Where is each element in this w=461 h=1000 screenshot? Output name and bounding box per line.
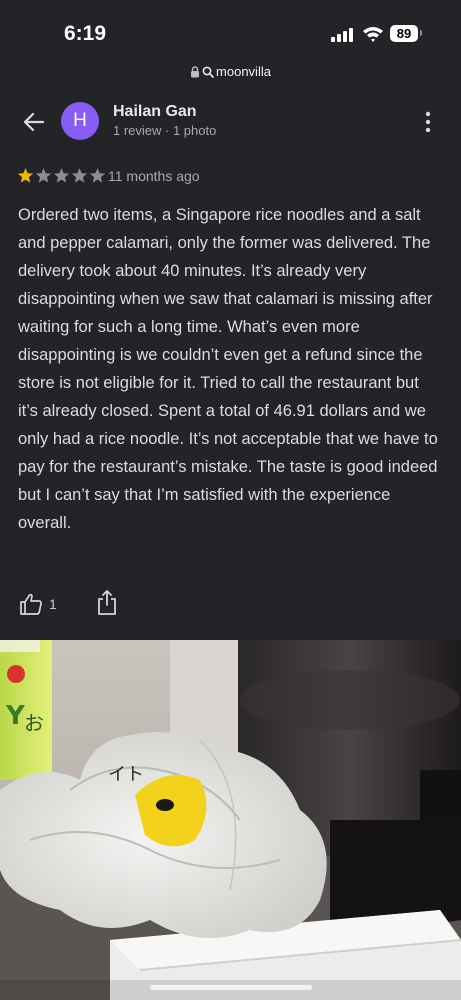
- svg-text:お: お: [24, 711, 44, 735]
- like-button[interactable]: 1: [19, 592, 57, 616]
- review-photo[interactable]: Y お イト: [0, 640, 461, 1000]
- star-rating: [17, 167, 106, 185]
- home-indicator[interactable]: [150, 985, 312, 990]
- url-bar[interactable]: moonvilla: [0, 56, 461, 86]
- battery-tip: [420, 30, 422, 36]
- url-display[interactable]: moonvilla: [190, 64, 271, 79]
- star-empty-icon: [71, 168, 88, 183]
- svg-text:Y: Y: [5, 701, 26, 731]
- battery-level: 89: [390, 25, 418, 42]
- star-empty-icon: [53, 168, 70, 183]
- review-text: Ordered two items, a Singapore rice nood…: [18, 206, 438, 532]
- avatar[interactable]: H: [61, 102, 99, 140]
- status-time: 6:19: [64, 22, 107, 45]
- search-icon: [202, 66, 214, 78]
- like-count: 1: [49, 596, 57, 612]
- lock-icon: [191, 65, 200, 77]
- star-empty-icon: [89, 168, 106, 183]
- wifi-icon: [363, 27, 383, 42]
- reviewer-name[interactable]: Hailan Gan: [113, 103, 197, 121]
- review-date: 11 months ago: [108, 168, 200, 184]
- reviewer-meta: 1 review · 1 photo: [113, 123, 217, 138]
- review-photo-image: Y お イト: [0, 640, 461, 1000]
- url-domain: moonvilla: [216, 64, 271, 79]
- star-empty-icon: [35, 168, 52, 183]
- arrow-left-icon[interactable]: [20, 108, 48, 136]
- packaging-label: イト: [108, 764, 144, 785]
- review-actions: [0, 588, 461, 624]
- cellular-signal-icon: [331, 28, 353, 42]
- status-bar: 6:19 89: [0, 0, 461, 56]
- more-vertical-icon[interactable]: [418, 110, 438, 134]
- star-filled-icon: [17, 168, 34, 183]
- thumbs-up-icon: [20, 593, 42, 615]
- share-icon[interactable]: [96, 590, 118, 616]
